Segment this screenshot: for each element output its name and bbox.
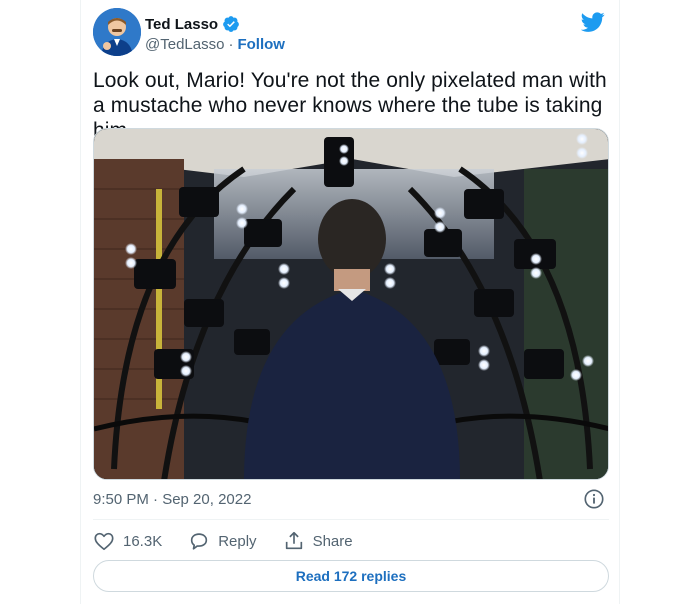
- reply-button[interactable]: Reply: [188, 530, 257, 552]
- handle[interactable]: @TedLasso: [145, 36, 224, 53]
- tweet-actions: 16.3K Reply Share: [93, 528, 353, 554]
- reply-label: Reply: [218, 532, 257, 550]
- follow-button[interactable]: Follow: [237, 36, 285, 53]
- heart-icon: [94, 532, 114, 551]
- display-name[interactable]: Ted Lasso: [145, 16, 218, 33]
- avatar[interactable]: [93, 8, 141, 56]
- reply-bubble-icon: [191, 533, 208, 550]
- name-line: Ted Lasso: [145, 14, 240, 34]
- photo-image: [94, 129, 608, 479]
- tweet-photo[interactable]: [93, 128, 609, 480]
- read-replies-button[interactable]: Read 172 replies: [93, 560, 609, 592]
- verified-badge-icon: [223, 16, 239, 32]
- tweet-timestamp[interactable]: 9:50 PM · Sep 20, 2022: [93, 491, 251, 508]
- handle-line: @TedLasso · Follow: [145, 36, 285, 53]
- avatar-image: [93, 8, 141, 56]
- tweet-card: Ted Lasso @TedLasso · Follow Look out, M…: [80, 0, 620, 604]
- separator-dot: ·: [228, 36, 234, 53]
- share-icon: [285, 531, 302, 550]
- share-label: Share: [312, 532, 353, 550]
- page: Ted Lasso @TedLasso · Follow Look out, M…: [0, 0, 700, 604]
- divider: [93, 519, 609, 520]
- tweet-header: Ted Lasso @TedLasso · Follow: [93, 8, 607, 56]
- twitter-bird-icon[interactable]: [581, 10, 605, 34]
- share-button[interactable]: Share: [283, 530, 353, 552]
- like-button[interactable]: 16.3K: [93, 530, 162, 552]
- info-icon[interactable]: [583, 488, 605, 510]
- like-count: 16.3K: [123, 532, 163, 550]
